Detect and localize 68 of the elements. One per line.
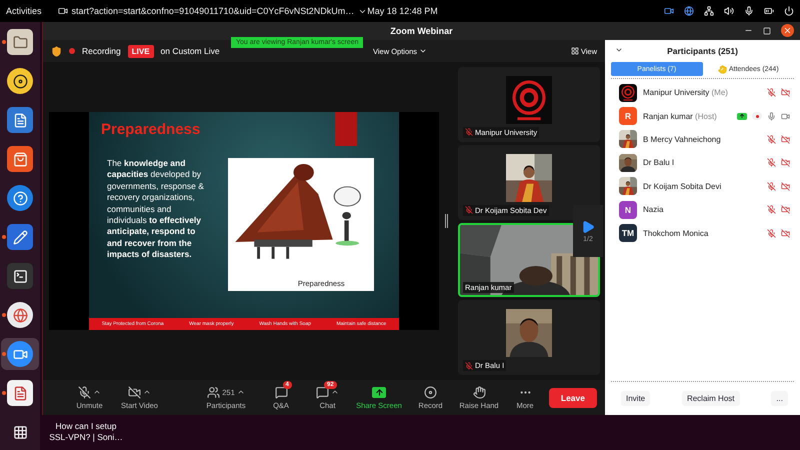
panel-button[interactable]: Reclaim Host — [682, 391, 740, 406]
chat-bubbles-icon — [274, 386, 288, 398]
speaker-icon[interactable] — [7, 68, 33, 94]
help-icon[interactable] — [7, 185, 33, 211]
leave-button[interactable]: Leave — [548, 388, 597, 408]
slide-text: The knowledge and capacities developed by governments, response & recovery organizations, communities and individuals to effectively anticipate, respond to and recover from the impacts of disasters. — [107, 158, 205, 262]
globe-icon[interactable] — [7, 302, 33, 328]
avatar: TM — [619, 224, 637, 242]
window-title: Zoom Webinar — [390, 26, 453, 36]
avatar: R — [619, 107, 637, 126]
caret-icon[interactable] — [143, 388, 151, 396]
stream-label: on Custom Live — [160, 46, 220, 56]
app-menu-title[interactable]: start?action=start&confno=91049011710&uid=C0YcF6vNSt2NDkUm… — [72, 6, 354, 16]
clock[interactable]: May 18 12:48 PM — [367, 6, 438, 16]
next-page-button[interactable] — [581, 220, 595, 234]
network-icon[interactable] — [704, 6, 714, 16]
avatar: N — [619, 200, 637, 219]
document-icon[interactable] — [7, 107, 33, 133]
mic-off-icon — [78, 386, 91, 398]
live-badge: LIVE — [128, 44, 154, 58]
document-icon[interactable] — [7, 380, 33, 406]
folder-icon[interactable] — [7, 29, 33, 55]
caret-icon — [419, 47, 428, 55]
recording-label: Recording — [82, 46, 121, 56]
recording-dot — [69, 48, 75, 54]
caret-icon[interactable] — [93, 388, 101, 396]
participant-name: Manipur University (Me) — [643, 88, 728, 98]
slide-accent — [335, 112, 357, 146]
grid-icon — [570, 47, 579, 55]
participant-name: B Mercy Vahneichong — [643, 134, 721, 144]
power-icon[interactable] — [784, 6, 794, 16]
participant-name: Nazia — [643, 205, 664, 214]
people-icon — [207, 386, 220, 398]
collapse-button[interactable] — [615, 46, 623, 54]
pencil-icon[interactable] — [7, 224, 33, 250]
video-camera-icon — [58, 6, 68, 16]
terminal-icon[interactable] — [7, 263, 33, 289]
caret-icon — [615, 46, 623, 54]
bag-icon[interactable] — [7, 146, 33, 172]
slide-title: Preparedness — [101, 121, 200, 138]
volume-icon[interactable] — [724, 6, 734, 16]
panel-title: Participants (251) — [667, 46, 738, 56]
panel-button[interactable]: Invite — [621, 391, 650, 406]
caret-icon[interactable] — [331, 388, 339, 396]
participant-name: Ranjan kumar (Host) — [643, 112, 717, 121]
activities-button[interactable]: Activities — [6, 6, 42, 16]
maximize-icon — [763, 26, 771, 34]
panel-button[interactable]: ... — [771, 391, 788, 406]
record-icon — [424, 386, 437, 398]
desktop-file-label[interactable]: How can I setup SSL-VPN? | Soni… — [46, 421, 126, 443]
video-off-icon — [128, 386, 141, 398]
close-icon — [783, 26, 792, 35]
battery-icon[interactable] — [764, 6, 774, 16]
close-button[interactable] — [781, 24, 794, 37]
participant-name: Thokchom Monica — [643, 228, 708, 238]
shield-icon[interactable] — [51, 46, 62, 56]
participant-name: Dr Balu I — [643, 158, 674, 168]
share-screen-icon — [372, 386, 386, 398]
mic-icon[interactable] — [744, 6, 754, 16]
hand-icon — [718, 64, 727, 74]
hand-icon — [472, 386, 486, 398]
chat-icon — [316, 386, 329, 398]
participant-name: Dr Koijam Sobita Devi — [643, 182, 722, 191]
caret-icon[interactable] — [236, 388, 245, 396]
maximize-button[interactable] — [763, 26, 771, 34]
video-camera-icon[interactable] — [7, 341, 33, 367]
video-camera-icon[interactable] — [664, 6, 674, 16]
globe-icon[interactable] — [684, 6, 694, 16]
